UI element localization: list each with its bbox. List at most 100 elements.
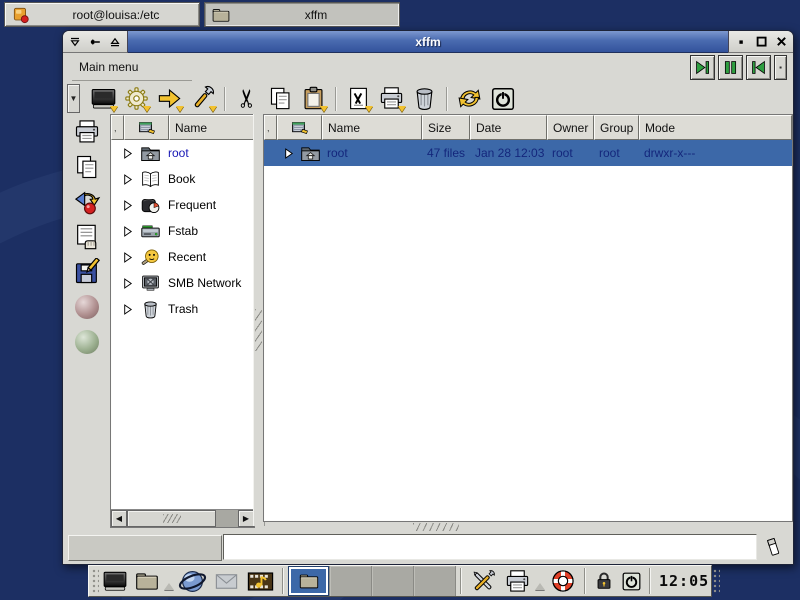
pause-button[interactable]	[718, 55, 743, 80]
green-sphere-button[interactable]	[69, 327, 105, 357]
toolbar-collapse-button[interactable]: ▼	[67, 84, 80, 113]
run-tool-button[interactable]	[342, 84, 375, 113]
statusbar	[63, 531, 793, 564]
media-buttons: ▪	[687, 55, 787, 80]
titlebar[interactable]: xffm	[63, 31, 793, 53]
panel-terminal-launcher[interactable]	[99, 566, 131, 596]
name-column-header[interactable]: Name	[169, 115, 254, 140]
red-sphere-button[interactable]	[69, 292, 105, 322]
tree-item-root[interactable]: root	[111, 140, 254, 166]
tasklist-empty-slot[interactable]	[330, 566, 372, 596]
tree-item-book[interactable]: Book	[111, 166, 254, 192]
tree-item-fstab[interactable]: Fstab	[111, 218, 254, 244]
cut-button[interactable]	[231, 84, 264, 113]
tree-item-frequent[interactable]: Frequent	[111, 192, 254, 218]
expander-icon[interactable]	[281, 147, 295, 160]
tree-item-recent[interactable]: Recent	[111, 244, 254, 270]
titlebar-right-buttons	[728, 31, 793, 53]
more-button[interactable]: ▪	[774, 55, 787, 80]
tasklist-empty-slot[interactable]	[414, 566, 456, 596]
hide-icon[interactable]	[733, 33, 750, 50]
select-document-button[interactable]	[69, 222, 105, 252]
copy-side-button[interactable]	[69, 152, 105, 182]
main-menu[interactable]: Main menu	[79, 60, 138, 74]
name-column-header[interactable]: Name	[322, 115, 422, 140]
horizontal-pane-grip[interactable]	[413, 523, 459, 531]
panel-grip-left[interactable]	[92, 569, 99, 593]
settings-gear-button[interactable]	[120, 84, 153, 113]
power-button[interactable]	[486, 84, 519, 113]
save-button[interactable]	[69, 257, 105, 287]
icon-column-header[interactable]	[277, 115, 322, 140]
expander-icon[interactable]	[120, 199, 134, 212]
panel-separator	[584, 568, 586, 594]
expander-icon[interactable]	[120, 277, 134, 290]
panel-multimedia-launcher[interactable]	[243, 566, 278, 596]
tasklist-empty-slot[interactable]	[372, 566, 414, 596]
panel-print-launcher[interactable]	[501, 566, 534, 596]
stick-icon[interactable]	[87, 33, 104, 50]
group-column-header[interactable]: Group	[594, 115, 639, 140]
scroll-right-icon[interactable]: ▶	[238, 510, 254, 527]
next-button[interactable]	[690, 55, 715, 80]
expander-icon[interactable]	[120, 225, 134, 238]
close-icon[interactable]	[773, 33, 790, 50]
expander-icon[interactable]	[120, 251, 134, 264]
tree-item-smb-network[interactable]: SMB Network	[111, 270, 254, 296]
tools-wrench-button[interactable]	[186, 84, 219, 113]
date-column-header[interactable]: Date	[470, 115, 547, 140]
panel-mail-launcher[interactable]	[210, 566, 243, 596]
taskbar-button-xffm[interactable]: xffm	[204, 2, 400, 27]
expander-icon[interactable]	[120, 147, 134, 160]
eraser-icon[interactable]	[761, 535, 785, 559]
scrollbar-track[interactable]	[216, 510, 238, 527]
tree-item-trash[interactable]: Trash	[111, 296, 254, 322]
shade-icon[interactable]	[107, 33, 124, 50]
panel-file-manager-launcher[interactable]	[131, 566, 163, 596]
scrollbar-thumb[interactable]	[127, 510, 216, 527]
tasklist-active-window[interactable]	[288, 566, 330, 596]
panel-clock[interactable]: 12:05	[655, 572, 713, 590]
menu-underline	[72, 80, 192, 81]
titlebar-title-area[interactable]: xffm	[128, 31, 728, 53]
expander-icon[interactable]	[120, 173, 134, 186]
owner-column-header[interactable]: Owner	[547, 115, 594, 140]
panel-grip-right[interactable]	[713, 569, 720, 593]
file-mode-cell: drwxr-x---	[639, 146, 792, 160]
expander-icon[interactable]	[120, 303, 134, 316]
refresh-button[interactable]	[453, 84, 486, 113]
file-date-cell: Jan 28 12:03	[470, 146, 547, 160]
paste-button[interactable]	[297, 84, 330, 113]
dropdown-badge-icon	[110, 106, 118, 112]
icon-column-header[interactable]	[124, 115, 169, 140]
scroll-left-icon[interactable]: ◀	[111, 510, 127, 527]
file-row-root-selected[interactable]: root 47 files Jan 28 12:03 root root drw…	[264, 140, 792, 166]
go-button[interactable]	[153, 84, 186, 113]
panel-quit-button[interactable]	[618, 566, 645, 596]
panel-lock-button[interactable]	[590, 566, 618, 596]
terminal-button[interactable]	[87, 84, 120, 113]
panel-help-launcher[interactable]	[546, 566, 580, 596]
progress-box	[68, 535, 222, 561]
size-column-header[interactable]: Size	[422, 115, 470, 140]
copy-button[interactable]	[264, 84, 297, 113]
print-button[interactable]	[375, 84, 408, 113]
trash-icon	[137, 298, 163, 320]
taskbar-button-terminal[interactable]: root@louisa:/etc	[4, 2, 200, 27]
command-input[interactable]	[224, 535, 756, 559]
panel-browser-launcher[interactable]	[175, 566, 210, 596]
print-side-button[interactable]	[69, 117, 105, 147]
dropdown-badge-icon	[209, 106, 217, 112]
trash-button[interactable]	[408, 84, 441, 113]
smb-network-icon	[137, 272, 163, 294]
maximize-icon[interactable]	[753, 33, 770, 50]
popup-arrow-icon[interactable]	[535, 578, 545, 590]
sort-hint-header[interactable]: ,	[264, 115, 277, 140]
window-menu-icon[interactable]	[67, 33, 84, 50]
panel-settings-launcher[interactable]	[466, 566, 501, 596]
mode-column-header[interactable]: Mode	[639, 115, 792, 140]
diff-button[interactable]	[69, 187, 105, 217]
sort-hint-header[interactable]: ,	[111, 115, 124, 140]
popup-arrow-icon[interactable]	[164, 578, 174, 590]
previous-button[interactable]	[746, 55, 771, 80]
